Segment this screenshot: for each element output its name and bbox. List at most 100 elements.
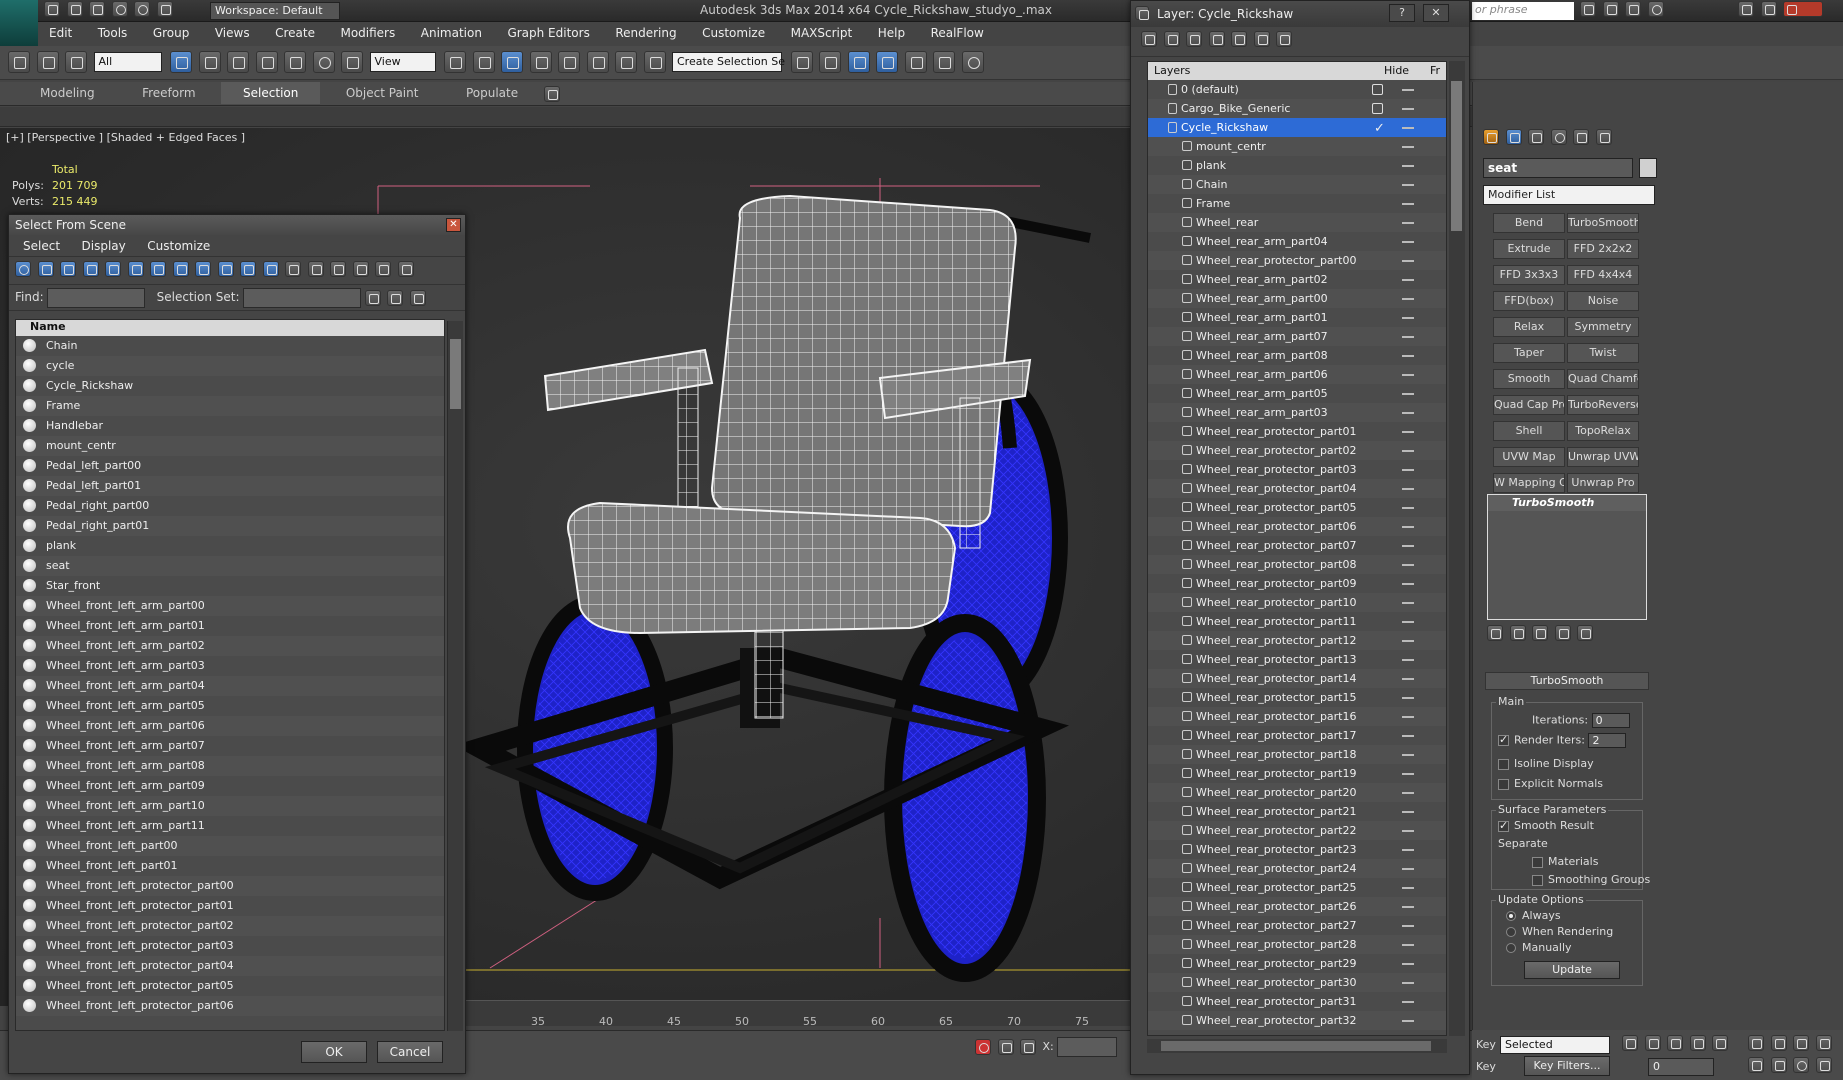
layer-object-row[interactable]: Wheel_rear_protector_part10	[1148, 593, 1446, 612]
modifier-button[interactable]: W Mapping Cle	[1493, 473, 1565, 493]
cancel-button[interactable]: Cancel	[377, 1041, 443, 1063]
freeze-toggle[interactable]	[1402, 754, 1414, 756]
list-item[interactable]: Cycle_Rickshaw	[16, 376, 444, 396]
key-mode-dropdown[interactable]: Selected	[1500, 1036, 1610, 1054]
layer-object-row[interactable]: Frame	[1148, 194, 1446, 213]
stack-item-turbosmooth[interactable]: TurboSmooth	[1488, 495, 1646, 511]
remove-modifier-icon[interactable]	[1554, 625, 1571, 641]
layer-object-row[interactable]: Wheel_rear_protector_part16	[1148, 707, 1446, 726]
list-item[interactable]: Wheel_front_left_protector_part05	[16, 976, 444, 996]
freeze-toggle[interactable]	[1402, 127, 1414, 129]
maximize-viewport-icon[interactable]	[1815, 1057, 1832, 1073]
layer-object-row[interactable]: Wheel_rear_protector_part20	[1148, 783, 1446, 802]
rollout-header[interactable]: TurboSmooth	[1485, 672, 1649, 690]
modify-tab-icon[interactable]	[1505, 129, 1522, 145]
layer-row[interactable]: Cycle_Rickshaw ✓	[1148, 118, 1446, 137]
options-icon[interactable]	[397, 261, 414, 277]
display-helpers-icon[interactable]	[105, 261, 121, 277]
modifier-button[interactable]: Twist	[1567, 343, 1639, 363]
isoline-display-checkbox[interactable]	[1498, 758, 1509, 770]
iterations-spinner[interactable]: 0	[1591, 713, 1630, 728]
reference-coordinate-dropdown[interactable]: View	[369, 52, 436, 72]
always-radio[interactable]	[1506, 911, 1516, 921]
menu-tools[interactable]: Tools	[87, 23, 139, 40]
freeze-toggle[interactable]	[1402, 412, 1414, 414]
window-crossing-icon[interactable]	[255, 51, 278, 73]
freeze-toggle[interactable]	[1402, 1001, 1414, 1003]
freeze-toggle[interactable]	[1402, 469, 1414, 471]
layer-object-row[interactable]: Wheel_rear_protector_part03	[1148, 460, 1446, 479]
freeze-toggle[interactable]	[1402, 716, 1414, 718]
x-coord-field[interactable]	[1057, 1037, 1118, 1057]
layer-object-row[interactable]: Wheel_rear_protector_part23	[1148, 840, 1446, 859]
modifier-button[interactable]: UVW Map	[1493, 447, 1565, 467]
layer-object-row[interactable]: Wheel_rear_protector_part07	[1148, 536, 1446, 555]
modifier-button[interactable]: Symmetry	[1567, 317, 1639, 337]
list-item[interactable]: Wheel_front_left_protector_part02	[16, 916, 444, 936]
freeze-toggle[interactable]	[1402, 393, 1414, 395]
modifier-button[interactable]: Extrude	[1493, 239, 1565, 259]
orbit-icon[interactable]	[1793, 1057, 1809, 1073]
spinner-snap-icon[interactable]	[615, 51, 637, 73]
zoom-extents-icon[interactable]	[1793, 1035, 1809, 1051]
configure-sets-icon[interactable]	[1577, 625, 1593, 641]
bind-space-warp-icon[interactable]	[65, 51, 87, 73]
new-file-icon[interactable]	[44, 1, 60, 17]
display-containers-icon[interactable]	[217, 261, 234, 277]
freeze-toggle[interactable]	[1402, 1020, 1414, 1022]
list-item[interactable]: Handlebar	[16, 416, 444, 436]
freeze-toggle[interactable]	[1402, 336, 1414, 338]
freeze-toggle[interactable]	[1402, 583, 1414, 585]
isolate-toggle-icon[interactable]	[975, 1039, 991, 1055]
layer-list-hscrollbar[interactable]	[1147, 1039, 1447, 1053]
menu-animation[interactable]: Animation	[410, 23, 493, 40]
list-item[interactable]: Wheel_front_left_protector_part01	[16, 896, 444, 916]
modifier-button[interactable]: Relax	[1493, 317, 1565, 337]
move-icon[interactable]	[284, 51, 306, 73]
layer-object-row[interactable]: Wheel_rear_protector_part29	[1148, 954, 1446, 973]
freeze-toggle[interactable]	[1402, 773, 1414, 775]
freeze-toggle[interactable]	[1402, 982, 1414, 984]
scrollbar-thumb[interactable]	[1451, 81, 1462, 231]
modifier-stack[interactable]: TurboSmooth	[1487, 494, 1647, 620]
list-item[interactable]: Wheel_front_left_protector_part03	[16, 936, 444, 956]
make-unique-icon[interactable]	[1532, 625, 1548, 641]
next-frame-icon[interactable]	[1689, 1035, 1706, 1051]
when-rendering-radio[interactable]	[1506, 927, 1516, 937]
smooth-result-checkbox[interactable]	[1498, 819, 1509, 832]
list-item[interactable]: mount_centr	[16, 436, 444, 456]
hide-all-layers-icon[interactable]	[1253, 31, 1270, 47]
freeze-toggle[interactable]	[1402, 906, 1414, 908]
list-item[interactable]: Wheel_front_left_part01	[16, 856, 444, 876]
object-name-field[interactable]: seat	[1483, 158, 1633, 178]
snaps-toggle-icon[interactable]	[529, 51, 552, 73]
list-item[interactable]: seat	[16, 556, 444, 576]
freeze-toggle[interactable]	[1402, 545, 1414, 547]
display-groups-icon[interactable]	[150, 261, 166, 277]
freeze-toggle[interactable]	[1402, 925, 1414, 927]
help-icon[interactable]	[1647, 1, 1664, 17]
freeze-toggle[interactable]	[1402, 697, 1414, 699]
menu-select[interactable]: Select	[23, 239, 60, 253]
display-space-warps-icon[interactable]	[127, 261, 144, 277]
freeze-toggle[interactable]	[1402, 89, 1414, 91]
freeze-toggle[interactable]	[1402, 260, 1414, 262]
list-scrollbar[interactable]	[447, 321, 463, 1031]
select-invert-icon[interactable]	[330, 261, 346, 277]
help-icon[interactable]: ?	[1389, 4, 1415, 22]
freeze-toggle[interactable]	[1402, 811, 1414, 813]
go-to-start-icon[interactable]	[1622, 1035, 1638, 1051]
layer-list-scrollbar[interactable]	[1449, 61, 1465, 1036]
render-iters-checkbox[interactable]	[1498, 733, 1509, 746]
motion-tab-icon[interactable]	[1550, 129, 1567, 145]
layer-object-row[interactable]: Wheel_rear_protector_part11	[1148, 612, 1446, 631]
display-frozen-icon[interactable]	[240, 261, 256, 277]
scene-object-list[interactable]: Name Chain cycle Cycle_Rickshaw Frame Handle…	[15, 319, 445, 1031]
modifier-button[interactable]: FFD 2x2x2	[1567, 239, 1639, 259]
freeze-toggle[interactable]	[1402, 431, 1414, 433]
scrollbar-thumb[interactable]	[450, 339, 461, 409]
layer-object-row[interactable]: Wheel_rear_arm_part00	[1148, 289, 1446, 308]
modifier-button[interactable]: Quad Cap Pro	[1493, 395, 1565, 415]
list-item[interactable]: Wheel_front_left_part00	[16, 836, 444, 856]
current-layer-check-icon[interactable]: ✓	[1374, 119, 1385, 138]
